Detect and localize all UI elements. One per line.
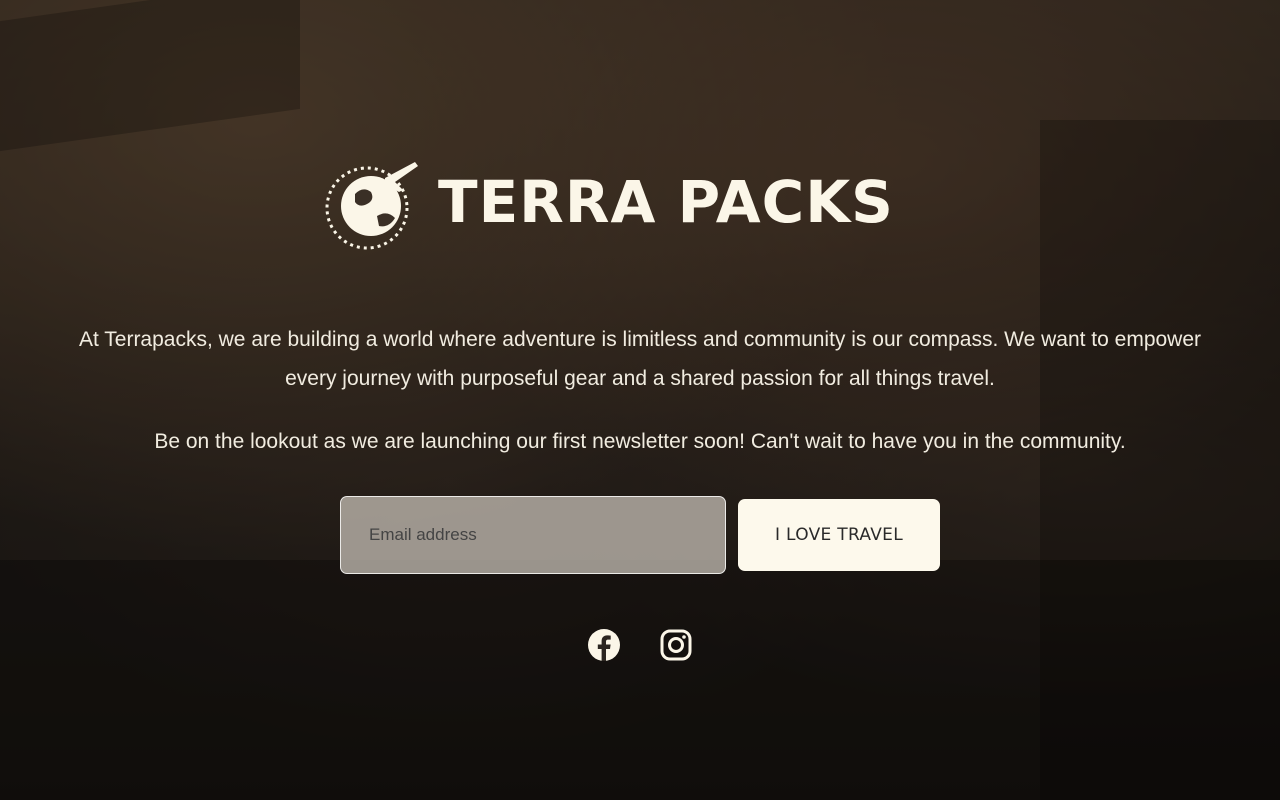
brand-logo: TERRA PACKS xyxy=(325,156,893,256)
facebook-icon xyxy=(588,629,620,661)
instagram-icon xyxy=(660,629,692,661)
email-input[interactable] xyxy=(340,496,726,574)
landing-content: TERRA PACKS At Terrapacks, we are buildi… xyxy=(0,0,1280,800)
facebook-link[interactable] xyxy=(587,628,621,662)
globe-plane-icon xyxy=(325,162,418,250)
brand-name: TERRA PACKS xyxy=(438,168,894,236)
subscribe-button[interactable]: I LOVE TRAVEL xyxy=(738,499,940,571)
instagram-link[interactable] xyxy=(659,628,693,662)
launch-paragraph: Be on the lookout as we are launching ou… xyxy=(154,430,1126,453)
intro-paragraph: At Terrapacks, we are building a world w… xyxy=(78,328,1202,390)
